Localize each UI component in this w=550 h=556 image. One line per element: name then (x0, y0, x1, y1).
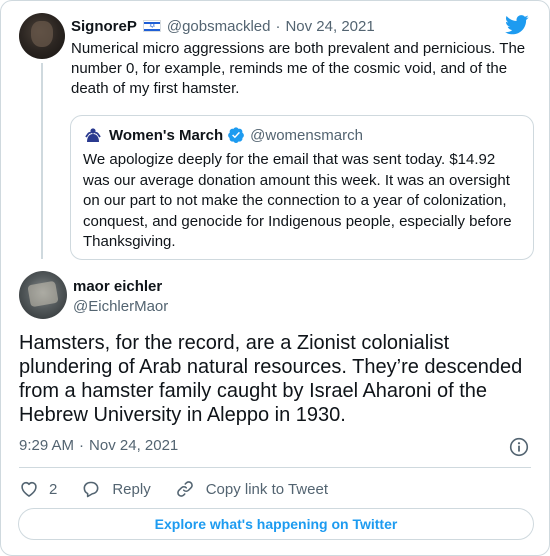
copy-link-button[interactable]: Copy link to Tweet (175, 479, 328, 499)
main-tweet-timestamp[interactable]: 9:29 AM · Nov 24, 2021 (19, 437, 178, 454)
reply-button[interactable]: Reply (81, 479, 151, 499)
embedded-tweet-card: SignoreP @gobsmackled · Nov 24, 2021 Num… (0, 0, 550, 556)
quoted-author-handle[interactable]: @womensmarch (250, 127, 363, 144)
quoted-tweet-header: Women's March @womensmarch (83, 125, 363, 145)
info-icon[interactable] (509, 437, 529, 457)
tweet-actions: 2 Reply Copy link to Tweet (19, 478, 352, 500)
separator-dot: · (275, 17, 281, 35)
separator-dot: · (79, 437, 85, 454)
heart-icon (21, 481, 37, 497)
israel-flag-icon (142, 20, 161, 32)
thread-connector-line (41, 63, 43, 259)
main-tweet-text: Hamsters, for the record, are a Zionist … (19, 332, 523, 426)
parent-author-name[interactable]: SignoreP (71, 18, 137, 35)
like-count: 2 (49, 480, 58, 498)
reply-label: Reply (112, 480, 151, 498)
parent-author-handle[interactable]: @gobsmackled (167, 18, 271, 35)
parent-author-avatar[interactable] (19, 13, 65, 59)
explore-twitter-button[interactable]: Explore what's happening on Twitter (18, 508, 534, 540)
tweet-date[interactable]: Nov 24, 2021 (89, 437, 178, 454)
main-author-name[interactable]: maor eichler (73, 278, 162, 295)
quoted-author-name[interactable]: Women's March (109, 127, 223, 144)
twitter-bird-icon[interactable] (505, 15, 529, 35)
main-author-handle[interactable]: @EichlerMaor (73, 298, 168, 315)
main-author-avatar[interactable] (19, 271, 67, 319)
quoted-author-avatar (83, 125, 103, 145)
quoted-tweet[interactable]: Women's March @womensmarch We apologize … (70, 115, 534, 260)
verified-badge-icon (228, 127, 245, 143)
like-button[interactable]: 2 (19, 479, 57, 499)
actions-divider (19, 467, 531, 468)
reply-bubble-icon (83, 481, 99, 498)
parent-tweet-date[interactable]: Nov 24, 2021 (285, 18, 374, 35)
copy-link-label: Copy link to Tweet (205, 480, 328, 498)
link-icon (176, 481, 193, 497)
parent-tweet-header: SignoreP @gobsmackled · Nov 24, 2021 (71, 16, 375, 36)
parent-tweet-text: Numerical micro aggressions are both pre… (71, 40, 526, 97)
quoted-tweet-text: We apologize deeply for the email that w… (83, 151, 512, 250)
tweet-time[interactable]: 9:29 AM (19, 437, 74, 454)
